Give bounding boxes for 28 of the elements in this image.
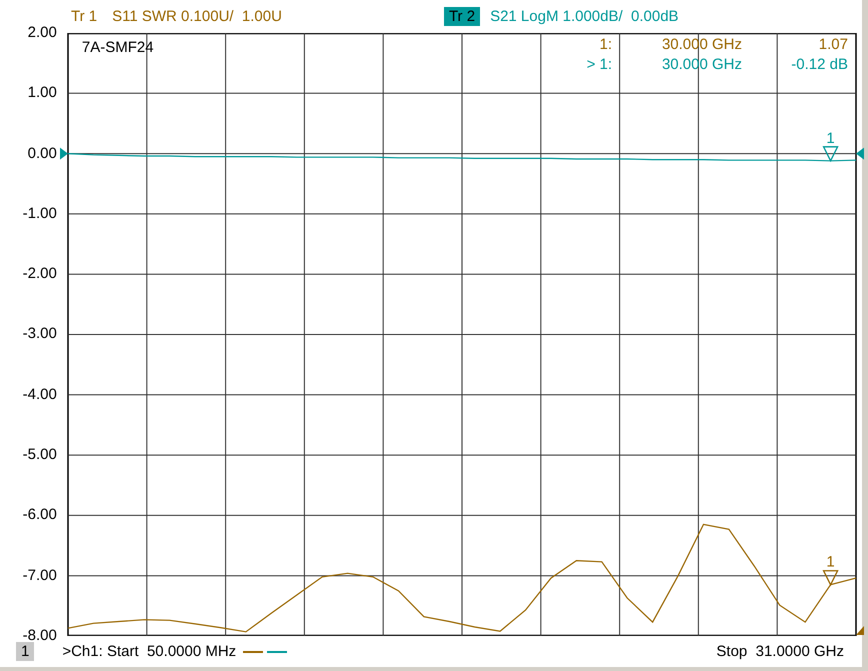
axis-label: -4.00 [22, 386, 57, 403]
marker-value: -0.12 dB [790, 56, 848, 73]
channel-indicator[interactable]: 1 [16, 642, 34, 661]
trace-legend-icon [242, 648, 288, 654]
axis-label: -1.00 [22, 206, 57, 222]
trace-scale-label: S11 SWR 0.100U/ 1.00U [112, 8, 282, 25]
marker-label: 1 [826, 554, 835, 571]
marker-label: 1 [826, 130, 835, 147]
axis-label: -7.00 [22, 568, 57, 584]
axis-label: -8.00 [22, 628, 57, 644]
axis-label: -3.00 [22, 326, 57, 342]
axis-label: -2.00 [22, 266, 57, 282]
axis-label: -6.00 [22, 507, 57, 524]
reference-arrow-icon [856, 148, 864, 160]
reference-arrow-icon [60, 148, 68, 160]
axis-label: 1.00 [28, 85, 57, 102]
stop-frequency: Stop 31.0000 GHz [716, 643, 844, 660]
reference-arrow-icon [856, 626, 864, 635]
axis-label: 2.00 [28, 25, 57, 41]
marker-number: 1: [598, 36, 612, 53]
axis-label: -5.00 [22, 447, 57, 464]
trace-tab[interactable]: Tr 2 [444, 7, 480, 26]
marker-number: > 1: [586, 56, 612, 73]
trace-tab[interactable]: Tr 1 [66, 7, 102, 26]
start-frequency: >Ch1: Start 50.0000 MHz [62, 643, 236, 660]
axis-label: 0.00 [28, 146, 57, 162]
trace-scale-label: S21 LogM 1.000dB/ 0.00dB [490, 8, 679, 25]
marker-value: 1.07 [818, 36, 848, 53]
